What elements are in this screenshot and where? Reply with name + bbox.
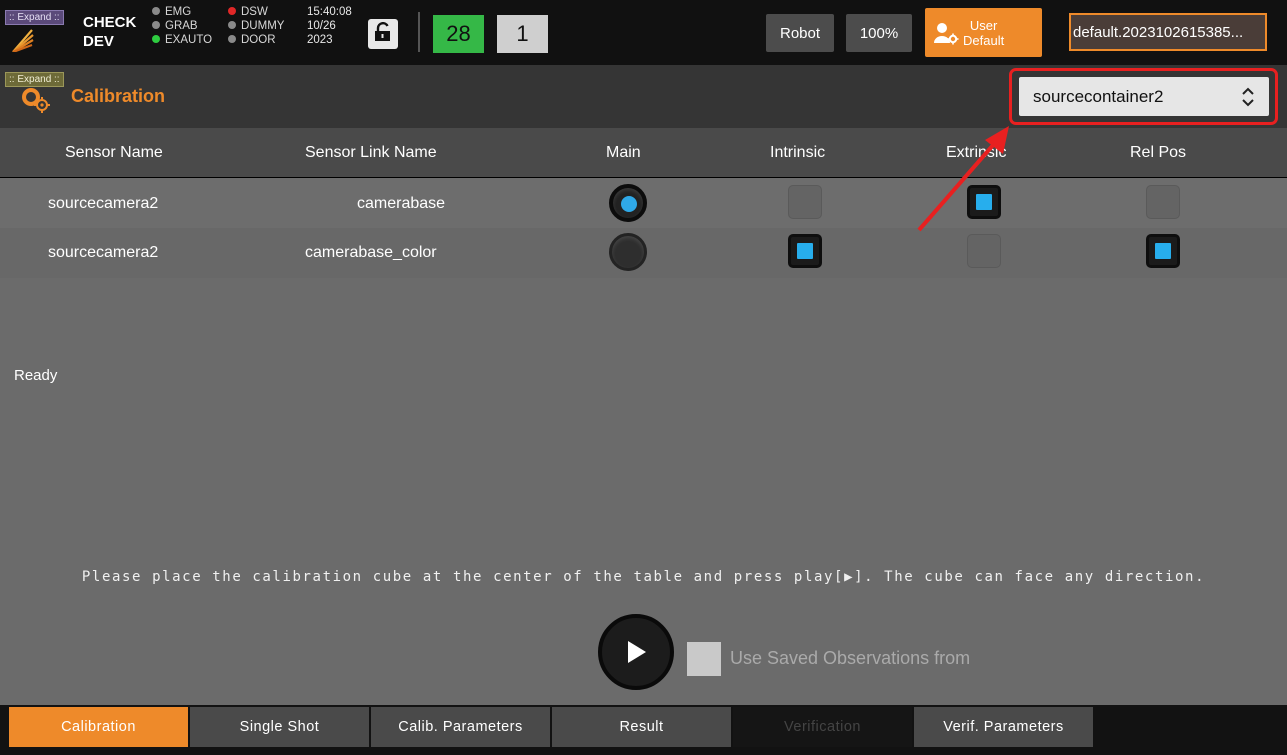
row1-link-name: camerabase [357, 195, 446, 212]
status-dot-icon [228, 35, 236, 43]
counter-grey: 1 [497, 15, 548, 53]
status-dot-icon [152, 7, 160, 15]
profile-button[interactable]: default.2023102615385... [1069, 13, 1267, 51]
play-button[interactable] [598, 614, 674, 690]
tab-verif-parameters[interactable]: Verif. Parameters [914, 707, 1093, 747]
status-dot-icon [152, 35, 160, 43]
app-logo-icon [12, 28, 34, 54]
unlock-icon [374, 22, 392, 46]
container-select-value: sourcecontainer2 [1033, 86, 1164, 106]
row2-intrinsic-checkbox[interactable] [788, 234, 822, 268]
status-emg: EMG [152, 6, 191, 19]
row2-link-name: camerabase_color [305, 244, 437, 261]
gears-icon [20, 85, 54, 119]
row2-sensor-name: sourcecamera2 [48, 244, 159, 261]
row1-main-radio[interactable] [609, 184, 647, 222]
page-title: Calibration [71, 86, 166, 106]
clock-date: 10/26 [307, 20, 336, 32]
status-door: DOOR [228, 34, 276, 47]
clock-year: 2023 [307, 34, 333, 46]
user-label: User [969, 17, 998, 33]
status-exauto: EXAUTO [152, 34, 212, 47]
status-dsw: DSW [228, 6, 268, 19]
annotation-arrow-icon [905, 118, 1025, 242]
tab-single-shot[interactable]: Single Shot [190, 707, 369, 747]
clock-time: 15:40:08 [307, 6, 352, 18]
col-intrinsic: Intrinsic [770, 144, 826, 161]
tab-verification[interactable]: Verification [733, 707, 912, 747]
brand-line2: DEV [83, 33, 114, 50]
brand-line1: CHECK [83, 14, 137, 31]
tab-calibration[interactable]: Calibration [9, 707, 188, 747]
row2-main-radio[interactable] [609, 233, 647, 271]
status-dot-icon [152, 21, 160, 29]
use-saved-label: Use Saved Observations from [730, 648, 971, 668]
status-dot-icon [228, 21, 236, 29]
row2-relpos-checkbox[interactable] [1146, 234, 1180, 268]
status-dot-icon [228, 7, 236, 15]
divider [418, 12, 420, 52]
col-sensor-name: Sensor Name [65, 144, 163, 161]
speed-button[interactable]: 100% [846, 14, 912, 52]
col-sensor-link-name: Sensor Link Name [305, 144, 437, 161]
robot-button[interactable]: Robot [766, 14, 834, 52]
status-text: Ready [14, 367, 58, 384]
row1-relpos-checkbox[interactable] [1146, 185, 1180, 219]
user-role: Default [963, 32, 1005, 48]
updown-chevron-icon [1241, 87, 1255, 112]
play-icon [623, 638, 649, 666]
lock-button[interactable] [368, 19, 398, 49]
col-rel-pos: Rel Pos [1130, 144, 1187, 161]
status-dummy: DUMMY [228, 20, 284, 33]
counter-green: 28 [433, 15, 484, 53]
expand-tag-top[interactable]: :: Expand :: [5, 10, 64, 25]
use-saved-checkbox[interactable] [687, 642, 721, 676]
instruction-text: Please place the calibration cube at the… [81, 569, 1206, 585]
tab-calib-parameters[interactable]: Calib. Parameters [371, 707, 550, 747]
user-button[interactable]: User Default [925, 8, 1042, 57]
col-main: Main [606, 144, 641, 161]
user-settings-icon [933, 21, 959, 45]
tab-result[interactable]: Result [552, 707, 731, 747]
status-grab: GRAB [152, 20, 198, 33]
table-header [0, 128, 1287, 177]
row1-intrinsic-checkbox[interactable] [788, 185, 822, 219]
row1-sensor-name: sourcecamera2 [48, 195, 159, 212]
container-select[interactable]: sourcecontainer2 [1019, 77, 1269, 116]
